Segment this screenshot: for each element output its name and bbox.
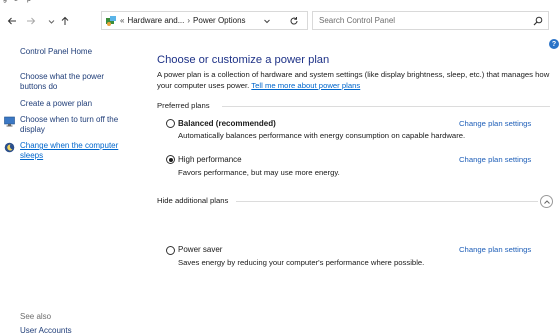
search-input[interactable] bbox=[319, 12, 519, 29]
search-icon[interactable] bbox=[532, 15, 544, 27]
menu-item-file[interactable]: g bbox=[3, 0, 7, 3]
help-icon[interactable]: ? bbox=[549, 39, 559, 49]
power-saver-radio[interactable] bbox=[166, 246, 175, 255]
page-title: Choose or customize a power plan bbox=[157, 54, 330, 66]
chevron-down-icon bbox=[48, 19, 54, 24]
change-plan-settings-high-performance[interactable]: Change plan settings bbox=[459, 155, 531, 164]
hide-additional-plans-label[interactable]: Hide additional plans bbox=[157, 196, 233, 205]
address-bar[interactable]: « Hardware and... › Power Options bbox=[101, 11, 308, 30]
up-arrow-icon bbox=[61, 16, 69, 25]
sleep-moon-icon bbox=[4, 142, 15, 153]
display-icon bbox=[4, 116, 15, 127]
up-button[interactable] bbox=[58, 14, 72, 28]
section-divider bbox=[222, 106, 550, 107]
breadcrumb-hardware[interactable]: Hardware and... bbox=[127, 16, 184, 25]
plan-desc-power-saver: Saves energy by reducing your computer's… bbox=[178, 258, 425, 267]
change-plan-settings-balanced[interactable]: Change plan settings bbox=[459, 119, 531, 128]
power-buttons-link[interactable]: Choose what the power buttons do bbox=[20, 72, 132, 92]
control-panel-home-link[interactable]: Control Panel Home bbox=[20, 47, 132, 57]
plan-name-high-performance[interactable]: High performance bbox=[178, 155, 242, 164]
menu-item-edit[interactable]: e bbox=[14, 0, 18, 3]
turn-off-display-link[interactable]: Choose when to turn off the display bbox=[20, 115, 132, 135]
forward-button[interactable] bbox=[24, 14, 38, 28]
breadcrumb-separator: › bbox=[187, 16, 191, 25]
address-dropdown-button[interactable] bbox=[255, 12, 277, 29]
menu-bar: g e p bbox=[0, 0, 560, 5]
collapse-button[interactable] bbox=[540, 195, 553, 208]
plan-name-balanced[interactable]: Balanced (recommended) bbox=[178, 119, 276, 128]
back-arrow-icon bbox=[7, 17, 16, 25]
learn-more-link[interactable]: Tell me more about power plans bbox=[251, 81, 360, 90]
recent-locations-button[interactable] bbox=[44, 14, 58, 28]
refresh-button[interactable] bbox=[279, 11, 308, 30]
high-performance-radio[interactable] bbox=[166, 155, 175, 164]
search-box[interactable] bbox=[312, 11, 549, 30]
menu-item-help[interactable]: p bbox=[27, 0, 31, 3]
chevron-up-icon bbox=[543, 199, 550, 204]
breadcrumb-power-options[interactable]: Power Options bbox=[193, 16, 245, 25]
forward-arrow-icon bbox=[27, 17, 36, 25]
plan-desc-balanced: Automatically balances performance with … bbox=[178, 131, 466, 140]
breadcrumb-overflow[interactable]: « bbox=[120, 16, 124, 25]
chevron-down-icon bbox=[263, 19, 270, 23]
user-accounts-link[interactable]: User Accounts bbox=[20, 326, 72, 335]
section-divider bbox=[236, 201, 538, 202]
page-description: A power plan is a collection of hardware… bbox=[157, 70, 552, 91]
plan-name-power-saver[interactable]: Power saver bbox=[178, 245, 222, 254]
change-sleep-link[interactable]: Change when the computer sleeps bbox=[20, 141, 128, 161]
plan-desc-high-performance: Favors performance, but may use more ene… bbox=[178, 168, 340, 177]
preferred-plans-label: Preferred plans bbox=[157, 101, 214, 110]
control-panel-icon bbox=[104, 14, 117, 27]
create-power-plan-link[interactable]: Create a power plan bbox=[20, 99, 132, 109]
refresh-icon bbox=[290, 16, 298, 24]
see-also-heading: See also bbox=[20, 312, 52, 321]
balanced-radio[interactable] bbox=[166, 119, 175, 128]
change-plan-settings-power-saver[interactable]: Change plan settings bbox=[459, 245, 531, 254]
back-button[interactable] bbox=[5, 14, 19, 28]
